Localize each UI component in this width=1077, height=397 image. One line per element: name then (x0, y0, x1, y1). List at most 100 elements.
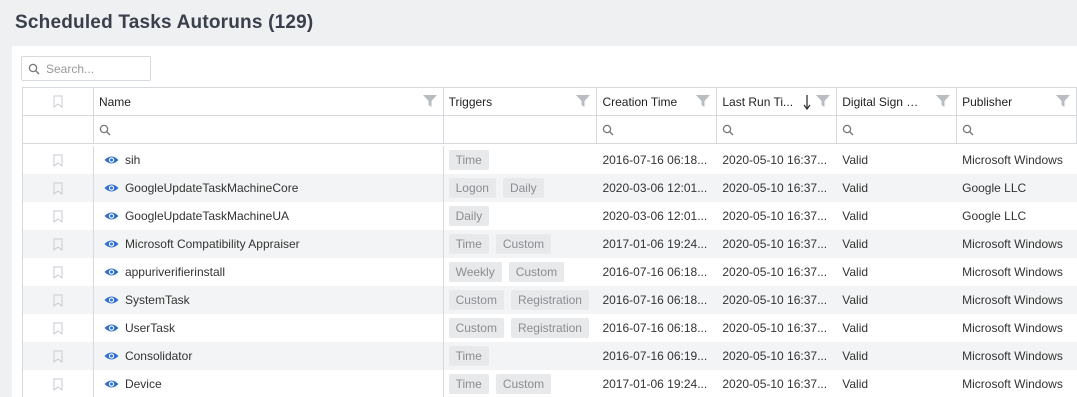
funnel-icon[interactable] (936, 94, 951, 108)
funnel-icon[interactable] (696, 94, 711, 108)
bookmark-icon (53, 294, 63, 307)
publisher-cell: Microsoft Windows (962, 349, 1063, 363)
select-all-checkbox[interactable] (23, 88, 94, 115)
table-row[interactable]: appuriverifierinstall Weekly Custom 2016-… (23, 258, 1077, 286)
digital-sign-status-cell: Valid (842, 237, 869, 251)
triggers-cell: Time (444, 146, 598, 174)
bookmark-icon (53, 154, 63, 167)
name-cell[interactable]: sih (94, 146, 444, 174)
creation-time-cell: 2016-07-16 06:19... (602, 349, 708, 363)
publisher-cell: Microsoft Windows (962, 377, 1063, 391)
creation-time-cell: 2016-07-16 06:18... (602, 265, 708, 279)
eye-icon[interactable] (104, 183, 119, 193)
filter-creation-time[interactable] (597, 116, 718, 143)
column-header-triggers[interactable]: Triggers (444, 88, 598, 115)
name-cell[interactable]: Microsoft Compatibility Appraiser (94, 230, 444, 258)
eye-icon[interactable] (104, 211, 119, 221)
publisher-cell: Microsoft Windows (962, 293, 1063, 307)
name-cell[interactable]: Device (94, 370, 444, 397)
eye-icon[interactable] (104, 155, 119, 165)
creation-time-cell: 2016-07-16 06:18... (602, 321, 708, 335)
row-checkbox[interactable] (23, 314, 94, 342)
trigger-tag: Time (448, 346, 489, 366)
search-icon (22, 63, 46, 75)
table-panel: Name Triggers Creation Time Last Run Ti.… (12, 46, 1077, 397)
trigger-tag: Time (448, 150, 489, 170)
column-header-publisher[interactable]: Publisher (957, 88, 1077, 115)
triggers-cell: Weekly Custom (444, 258, 598, 286)
digital-sign-status-cell: Valid (842, 265, 869, 279)
table-row[interactable]: UserTask Custom Registration 2016-07-16 0… (23, 314, 1077, 342)
search-input[interactable] (46, 61, 146, 76)
eye-icon[interactable] (104, 379, 119, 389)
filter-digital-sign-status[interactable] (837, 116, 958, 143)
row-checkbox[interactable] (23, 230, 94, 258)
row-checkbox[interactable] (23, 202, 94, 230)
table-body: sih Time 2016-07-16 06:18... 2020-05-10 … (23, 146, 1077, 397)
filter-triggers[interactable] (444, 116, 598, 143)
row-checkbox[interactable] (23, 258, 94, 286)
digital-sign-status-cell: Valid (842, 153, 869, 167)
sort-descending-icon[interactable] (802, 94, 812, 110)
table-row[interactable]: Device Time Custom 2017-01-06 19:24... 20… (23, 370, 1077, 397)
funnel-icon[interactable] (422, 94, 437, 108)
eye-icon[interactable] (104, 295, 119, 305)
bookmark-icon (53, 322, 63, 335)
table-row[interactable]: GoogleUpdateTaskMachineCore Logon Daily 2… (23, 174, 1077, 202)
row-checkbox[interactable] (23, 286, 94, 314)
row-checkbox[interactable] (23, 174, 94, 202)
last-run-time-cell: 2020-05-10 16:37... (722, 153, 828, 167)
trigger-tag: Weekly (448, 262, 502, 282)
creation-time-cell: 2016-07-16 06:18... (602, 153, 708, 167)
digital-sign-status-cell: Valid (842, 209, 869, 223)
funnel-icon[interactable] (816, 94, 831, 108)
table-row[interactable]: SystemTask Custom Registration 2016-07-16… (23, 286, 1077, 314)
trigger-tag: Custom (508, 262, 565, 282)
name-cell[interactable]: GoogleUpdateTaskMachineCore (94, 174, 444, 202)
last-run-time-cell: 2020-05-10 16:37... (722, 349, 828, 363)
table-row[interactable]: Consolidator Time 2016-07-16 06:19... 20… (23, 342, 1077, 370)
name-cell[interactable]: appuriverifierinstall (94, 258, 444, 286)
trigger-tag: Time (448, 234, 489, 254)
eye-icon[interactable] (104, 351, 119, 361)
funnel-icon[interactable] (1056, 94, 1071, 108)
digital-sign-status-cell: Valid (842, 293, 869, 307)
row-checkbox[interactable] (23, 146, 94, 174)
table-row[interactable]: Microsoft Compatibility Appraiser Time Cu… (23, 230, 1077, 258)
funnel-icon[interactable] (576, 94, 591, 108)
task-name: GoogleUpdateTaskMachineUA (124, 209, 290, 223)
column-header-name[interactable]: Name (94, 88, 444, 115)
column-header-last-run-time[interactable]: Last Run Ti... (717, 88, 838, 115)
table-row[interactable]: sih Time 2016-07-16 06:18... 2020-05-10 … (23, 146, 1077, 174)
triggers-cell: Time Custom (444, 230, 598, 258)
name-cell[interactable]: UserTask (94, 314, 444, 342)
name-cell[interactable]: GoogleUpdateTaskMachineUA (94, 202, 444, 230)
task-name: Device (124, 377, 162, 391)
triggers-cell: Time Custom (444, 370, 598, 397)
task-name: Consolidator (124, 349, 193, 363)
name-cell[interactable]: SystemTask (94, 286, 444, 314)
filter-last-run-time[interactable] (717, 116, 838, 143)
column-header-creation-time[interactable]: Creation Time (597, 88, 718, 115)
table-header: Name Triggers Creation Time Last Run Ti.… (23, 88, 1077, 116)
trigger-tag: Custom (495, 374, 552, 394)
filter-publisher[interactable] (957, 116, 1077, 143)
last-run-time-cell: 2020-05-10 16:37... (722, 181, 828, 195)
eye-icon[interactable] (104, 239, 119, 249)
filter-row (23, 116, 1077, 144)
table-row[interactable]: GoogleUpdateTaskMachineUA Daily 2020-03-… (23, 202, 1077, 230)
name-cell[interactable]: Consolidator (94, 342, 444, 370)
tasks-table: Name Triggers Creation Time Last Run Ti.… (22, 87, 1077, 397)
search-icon (723, 124, 734, 135)
filter-spacer (23, 116, 94, 143)
search-box[interactable] (21, 56, 151, 81)
bookmark-icon (53, 350, 63, 363)
row-checkbox[interactable] (23, 342, 94, 370)
eye-icon[interactable] (104, 267, 119, 277)
column-header-digital-sign-status[interactable]: Digital Sign St... (837, 88, 958, 115)
filter-name[interactable] (94, 116, 444, 143)
row-checkbox[interactable] (23, 370, 94, 397)
digital-sign-status-cell: Valid (842, 349, 869, 363)
eye-icon[interactable] (104, 323, 119, 333)
bookmark-icon (53, 378, 63, 391)
